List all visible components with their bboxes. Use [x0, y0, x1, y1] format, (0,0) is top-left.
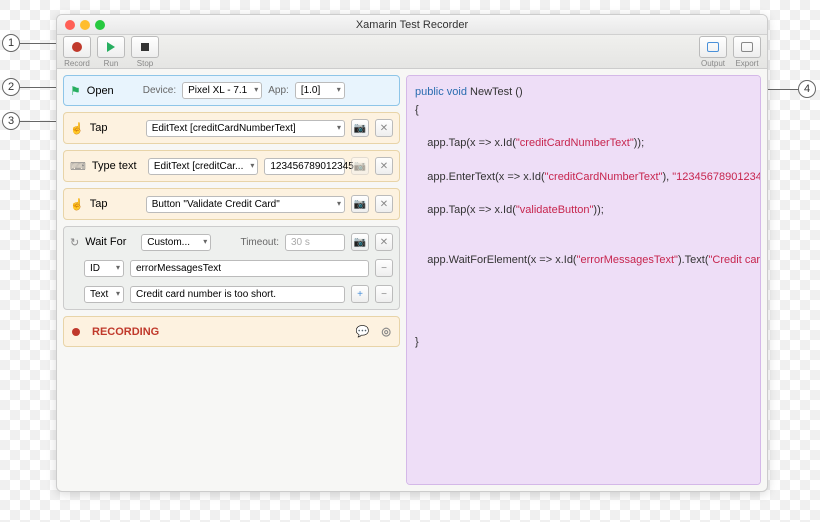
- callout-3: 3: [2, 112, 20, 130]
- open-row: ⚑ Open Device: Pixel XL - 7.1 App: [1.0]: [63, 75, 400, 106]
- open-label: Open: [87, 85, 137, 97]
- target-icon[interactable]: ◎: [381, 325, 391, 338]
- keyboard-icon: ⌨: [70, 160, 86, 173]
- screenshot-button[interactable]: 📷: [351, 119, 369, 137]
- delete-step-button[interactable]: ✕: [375, 157, 393, 175]
- step-tap-2: ☝ Tap Button "Validate Credit Card" 📷 ✕: [63, 188, 400, 220]
- timeout-label: Timeout:: [240, 237, 279, 248]
- device-select[interactable]: Pixel XL - 7.1: [182, 82, 262, 99]
- step-value-input[interactable]: 123456789012345: [264, 158, 345, 175]
- wait-id-select[interactable]: ID: [84, 260, 124, 277]
- stop-icon: [141, 43, 149, 51]
- step-type-text: ⌨ Type text EditText [creditCar... 12345…: [63, 150, 400, 182]
- callout-line: [20, 121, 56, 122]
- delete-step-button[interactable]: ✕: [375, 119, 393, 137]
- step-action: Type text: [92, 160, 142, 172]
- screenshot-button[interactable]: 📷: [351, 157, 369, 175]
- run-button[interactable]: [97, 36, 125, 58]
- step-target-select[interactable]: Button "Validate Credit Card": [146, 196, 345, 213]
- wait-row: ↻ Wait For Custom... Timeout: 30 s 📷 ✕ I…: [63, 226, 400, 310]
- delete-step-button[interactable]: ✕: [375, 195, 393, 213]
- record-icon: [72, 42, 82, 52]
- remove-condition-button[interactable]: −: [375, 259, 393, 277]
- recording-icon: [72, 328, 80, 336]
- export-button[interactable]: [733, 36, 761, 58]
- tap-icon: ☝: [70, 198, 84, 211]
- wait-id-input[interactable]: errorMessagesText: [130, 260, 369, 277]
- screenshot-button[interactable]: 📷: [351, 195, 369, 213]
- step-target-select[interactable]: EditText [creditCar...: [148, 158, 258, 175]
- add-condition-button[interactable]: +: [351, 285, 369, 303]
- step-action: Tap: [90, 198, 140, 210]
- callout-4: 4: [798, 80, 816, 98]
- callout-line: [768, 89, 798, 90]
- timeout-input[interactable]: 30 s: [285, 234, 345, 251]
- code-panel: public void NewTest () { app.Tap(x => x.…: [406, 75, 761, 485]
- window-title: Xamarin Test Recorder: [57, 19, 767, 31]
- clock-icon: ↻: [70, 236, 79, 249]
- step-action: Tap: [90, 122, 140, 134]
- recording-label: RECORDING: [92, 326, 159, 338]
- play-icon: [107, 42, 115, 52]
- step-tap-1: ☝ Tap EditText [creditCardNumberText] 📷 …: [63, 112, 400, 144]
- toolbar: Record Run Stop Output Export: [57, 35, 767, 69]
- wait-text-input[interactable]: Credit card number is too short.: [130, 286, 345, 303]
- steps-panel: ⚑ Open Device: Pixel XL - 7.1 App: [1.0]…: [63, 75, 400, 485]
- device-label: Device:: [143, 85, 176, 96]
- callout-2: 2: [2, 78, 20, 96]
- record-button[interactable]: [63, 36, 91, 58]
- output-icon: [707, 42, 719, 52]
- output-button[interactable]: [699, 36, 727, 58]
- wait-label: Wait For: [85, 236, 135, 248]
- wait-mode-select[interactable]: Custom...: [141, 234, 211, 251]
- callout-1: 1: [2, 34, 20, 52]
- content-area: ⚑ Open Device: Pixel XL - 7.1 App: [1.0]…: [57, 69, 767, 491]
- app-label: App:: [268, 85, 289, 96]
- callout-line: [20, 43, 56, 44]
- titlebar: Xamarin Test Recorder: [57, 15, 767, 35]
- recording-row: RECORDING 💬 ◎: [63, 316, 400, 347]
- app-select[interactable]: [1.0]: [295, 82, 345, 99]
- flag-icon: ⚑: [70, 84, 81, 98]
- delete-step-button[interactable]: ✕: [375, 233, 393, 251]
- stop-button[interactable]: [131, 36, 159, 58]
- export-icon: [741, 42, 753, 52]
- step-target-select[interactable]: EditText [creditCardNumberText]: [146, 120, 345, 137]
- tap-icon: ☝: [70, 122, 84, 135]
- app-window: Xamarin Test Recorder Record Run Stop Ou…: [56, 14, 768, 492]
- callout-line: [20, 87, 56, 88]
- remove-condition-button[interactable]: −: [375, 285, 393, 303]
- wait-text-select[interactable]: Text: [84, 286, 124, 303]
- screenshot-button[interactable]: 📷: [351, 233, 369, 251]
- chat-icon[interactable]: 💬: [356, 325, 370, 338]
